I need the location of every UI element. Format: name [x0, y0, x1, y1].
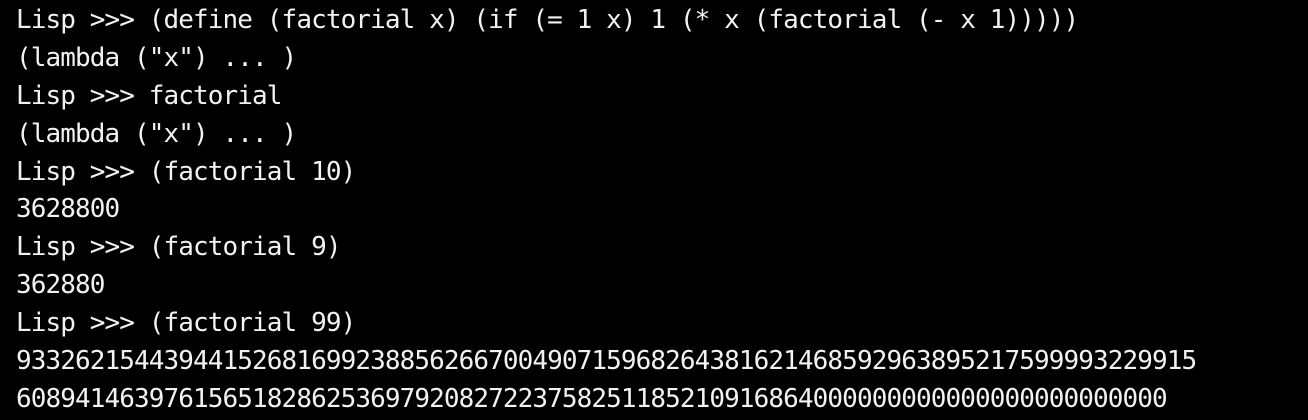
output-line-lambda: (lambda ("x") ... ) [16, 42, 297, 73]
output-line-3628800: 3628800 [16, 194, 120, 225]
output-line-factorial-99-part-1: 9332621544394415268169923885626670049071… [16, 346, 1197, 377]
output-line-362880: 362880 [16, 270, 105, 301]
terminal-output[interactable]: Lisp >>> (define (factorial x) (if (= 1 … [0, 0, 1308, 420]
prompt-line-factorial-9: Lisp >>> (factorial 9) [16, 232, 341, 263]
prompt-line-define: Lisp >>> (define (factorial x) (if (= 1 … [16, 5, 1079, 35]
prompt-line-factorial: Lisp >>> factorial [16, 80, 282, 111]
prompt-line-factorial-10: Lisp >>> (factorial 10) [16, 156, 356, 187]
prompt-line-factorial-99: Lisp >>> (factorial 99) [16, 308, 356, 339]
output-line-lambda-2: (lambda ("x") ... ) [16, 118, 297, 149]
output-line-factorial-99-part-2: 6089414639761565182862536979208272237582… [16, 383, 1168, 414]
